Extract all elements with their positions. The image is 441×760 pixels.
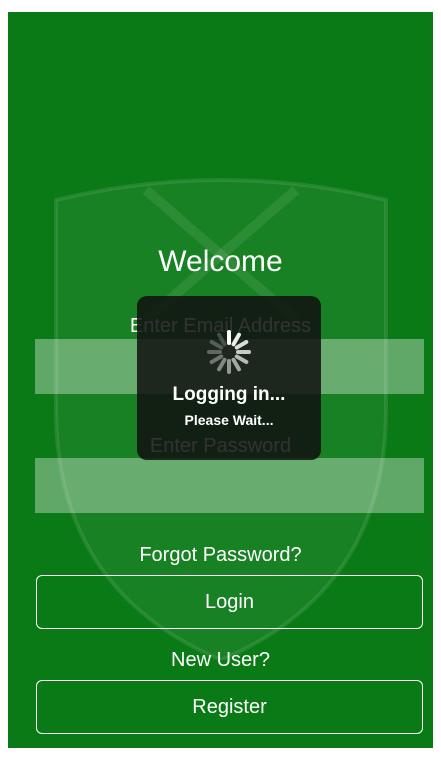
register-button[interactable]: Register [36,680,423,734]
loading-title: Logging in... [172,384,286,405]
new-user-link[interactable]: New User? [8,648,433,672]
password-field[interactable] [35,458,424,513]
loading-overlay: Logging in... Please Wait... [137,296,321,460]
login-button[interactable]: Login [36,575,423,629]
welcome-title: Welcome [158,245,283,278]
forgot-password-link[interactable]: Forgot Password? [8,543,433,567]
spinner-icon [201,324,257,380]
login-screen: Welcome Enter Email Address Enter Passwo… [8,12,433,748]
loading-subtitle: Please Wait... [184,412,274,428]
